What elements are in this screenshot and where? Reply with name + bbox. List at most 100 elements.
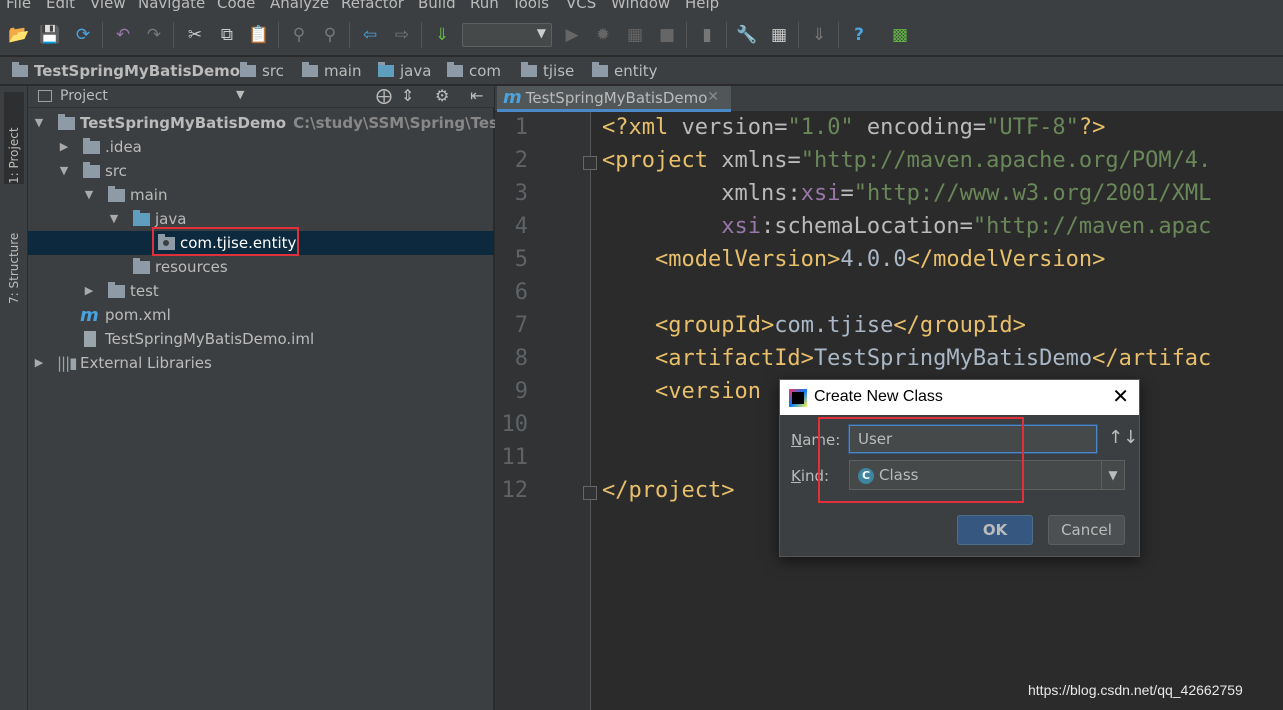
line-number: 7 — [514, 313, 528, 338]
module-folder-icon — [58, 114, 75, 130]
tree-item-label: TestSpringMyBatisDemo — [80, 114, 287, 132]
expand-arrow-icon[interactable]: ▼ — [108, 213, 120, 225]
tree-item-label: test — [130, 282, 159, 300]
sync-icon[interactable]: ⟳ — [72, 24, 94, 46]
vcs-icon[interactable]: ⇓ — [808, 24, 830, 46]
code-line-7: <groupId>com.tjise</groupId> — [654, 313, 1026, 338]
line-number: 1 — [514, 115, 528, 140]
toolbar-separator — [173, 22, 174, 48]
expand-arrow-icon[interactable]: ▼ — [33, 117, 45, 129]
copy-icon[interactable]: ⧉ — [216, 24, 238, 46]
breadcrumb-com[interactable]: com — [447, 61, 501, 81]
fold-marker-icon[interactable] — [583, 156, 597, 170]
cancel-button[interactable]: Cancel — [1048, 515, 1125, 545]
code-line-9: <version — [654, 379, 761, 404]
fold-marker-icon[interactable] — [583, 486, 597, 500]
paste-icon[interactable]: 📋 — [248, 24, 270, 46]
menu-vcs[interactable]: VCS — [566, 0, 596, 12]
breadcrumb-label: src — [262, 62, 284, 80]
main-toolbar: 📂 💾 ⟳ ↶ ↷ ✂ ⧉ 📋 ⚲ ⚲ ⇦ ⇨ ⇓ ▼ ▶ ✹ ▦ ■ ▮ 🔧 … — [0, 14, 1283, 56]
tree-item-label: main — [130, 186, 168, 204]
tree-item-label: resources — [155, 258, 228, 276]
breadcrumb-project[interactable]: TestSpringMyBatisDemo — [12, 61, 240, 81]
project-panel-header: Project ▼ ⨁ ⇕ ⚙ ⇤ — [28, 86, 494, 108]
sort-icon[interactable]: ↑↓ — [1108, 427, 1138, 448]
menu-help[interactable]: Help — [685, 0, 719, 12]
project-structure-icon[interactable]: ▦ — [768, 24, 790, 46]
breadcrumb-src[interactable]: src — [240, 61, 284, 81]
tree-item-label: src — [105, 162, 127, 180]
menu-tools[interactable]: Tools — [512, 0, 549, 12]
close-icon[interactable]: ✕ — [1112, 385, 1129, 407]
coverage-icon[interactable]: ▦ — [624, 24, 646, 46]
settings-icon[interactable]: 🔧 — [736, 24, 758, 46]
collapsed-arrow-icon[interactable]: ▶ — [33, 357, 45, 369]
menu-edit[interactable]: Edit — [46, 0, 75, 12]
tree-item-root[interactable]: ▼ TestSpringMyBatisDemo C:\study\SSM\Spri… — [28, 111, 539, 135]
menu-analyze[interactable]: Analyze — [270, 0, 329, 12]
chevron-down-icon[interactable]: ▼ — [236, 88, 244, 101]
open-folder-icon[interactable]: 📂 — [8, 24, 30, 46]
collapse-all-icon[interactable]: ⇕ — [401, 86, 414, 105]
make-project-icon[interactable]: ⇓ — [431, 24, 453, 46]
tab-structure[interactable]: 7: Structure — [4, 208, 24, 304]
expand-arrow-icon[interactable]: ▼ — [83, 189, 95, 201]
tree-item-test[interactable]: ▶ test — [28, 279, 494, 303]
menu-window[interactable]: Window — [611, 0, 670, 12]
debug-icon[interactable]: ✹ — [592, 24, 614, 46]
menu-refactor[interactable]: Refactor — [341, 0, 404, 12]
help-icon[interactable]: ? — [848, 24, 870, 46]
close-icon[interactable]: ✕ — [707, 89, 719, 105]
code-line-2: <project xmlns="http://maven.apache.org/… — [602, 148, 1212, 173]
menu-navigate[interactable]: Navigate — [138, 0, 205, 12]
menu-file[interactable]: File — [6, 0, 31, 12]
menu-run[interactable]: Run — [470, 0, 499, 12]
collapsed-arrow-icon[interactable]: ▶ — [58, 141, 70, 153]
save-icon[interactable]: 💾 — [39, 24, 61, 46]
locate-icon[interactable]: ⨁ — [376, 86, 392, 105]
menu-code[interactable]: Code — [217, 0, 255, 12]
replace-icon[interactable]: ⚲ — [319, 24, 341, 46]
ok-button[interactable]: OK — [957, 515, 1033, 545]
menu-view[interactable]: View — [90, 0, 126, 12]
toolbar-separator — [421, 22, 422, 48]
attach-icon[interactable]: ▮ — [696, 24, 718, 46]
terminal-icon[interactable]: ▩ — [889, 24, 911, 46]
project-view-icon — [38, 90, 52, 102]
forward-icon[interactable]: ⇨ — [391, 24, 413, 46]
breadcrumb-java[interactable]: java — [378, 61, 431, 81]
gear-icon[interactable]: ⚙ — [435, 86, 449, 105]
chevron-down-icon[interactable]: ▼ — [1101, 461, 1124, 489]
line-number: 10 — [501, 412, 529, 437]
tree-item-src[interactable]: ▼ src — [28, 159, 494, 183]
tree-item-pom[interactable]: m pom.xml — [28, 303, 494, 327]
run-icon[interactable]: ▶ — [561, 24, 583, 46]
expand-arrow-icon[interactable]: ▼ — [58, 165, 70, 177]
editor-tab-pom[interactable]: m TestSpringMyBatisDemo ✕ — [497, 86, 731, 112]
line-number: 12 — [501, 478, 529, 503]
breadcrumb-entity[interactable]: entity — [592, 61, 658, 81]
tree-item-main[interactable]: ▼ main — [28, 183, 494, 207]
tab-project[interactable]: 1: Project — [4, 92, 24, 184]
find-icon[interactable]: ⚲ — [288, 24, 310, 46]
project-panel-title[interactable]: Project — [60, 88, 108, 104]
back-icon[interactable]: ⇦ — [359, 24, 381, 46]
hide-panel-icon[interactable]: ⇤ — [470, 86, 483, 105]
tree-item-iml[interactable]: TestSpringMyBatisDemo.iml — [28, 327, 494, 351]
stop-icon[interactable]: ■ — [656, 24, 678, 46]
undo-icon[interactable]: ↶ — [112, 24, 134, 46]
tree-item-external-libraries[interactable]: ▶ |||▮ External Libraries — [28, 351, 494, 375]
redo-icon[interactable]: ↷ — [143, 24, 165, 46]
dialog-title-bar[interactable]: Create New Class ✕ — [780, 380, 1139, 415]
editor-gutter: 1 2 3 4 5 6 7 8 9 10 11 12 — [495, 112, 591, 710]
breadcrumb-tjise[interactable]: tjise — [521, 61, 574, 81]
menu-build[interactable]: Build — [418, 0, 456, 12]
breadcrumb-main[interactable]: main — [302, 61, 361, 81]
tree-item-resources[interactable]: resources — [28, 255, 494, 279]
editor-tab-label: TestSpringMyBatisDemo — [525, 88, 708, 107]
run-configuration-select[interactable]: ▼ — [462, 23, 552, 47]
tree-item-idea[interactable]: ▶ .idea — [28, 135, 494, 159]
collapsed-arrow-icon[interactable]: ▶ — [83, 285, 95, 297]
breadcrumb-label: TestSpringMyBatisDemo — [34, 62, 241, 80]
cut-icon[interactable]: ✂ — [184, 24, 206, 46]
